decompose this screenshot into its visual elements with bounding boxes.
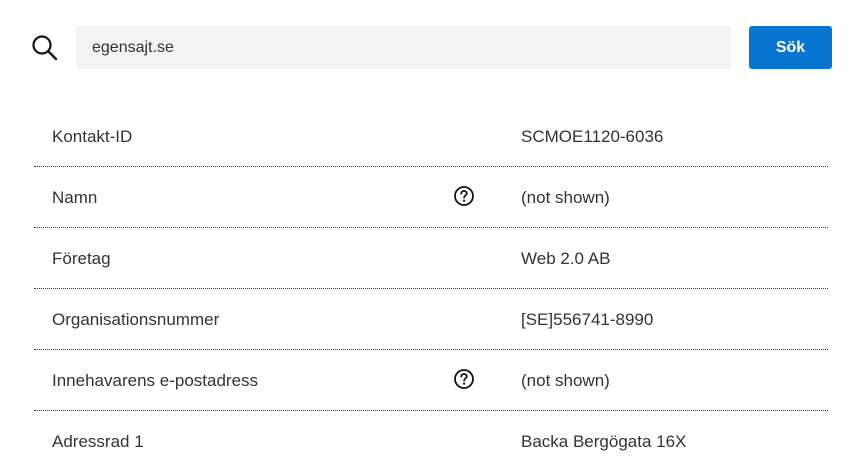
record-label: Organisationsnummer bbox=[52, 310, 220, 329]
record-label: Kontakt-ID bbox=[52, 127, 133, 146]
search-icon[interactable] bbox=[31, 34, 61, 64]
record-label: Namn bbox=[52, 188, 98, 207]
record-row-address: Adressrad 1 Backa Bergögata 16X bbox=[34, 411, 828, 472]
record-row-email: Innehavarens e-postadress (not shown) bbox=[34, 350, 828, 411]
record-value: Web 2.0 AB bbox=[521, 249, 611, 268]
search-bar: Sök bbox=[0, 0, 866, 96]
record-table: Kontakt-ID SCMOE1120-6036 Namn (not show… bbox=[34, 106, 828, 472]
record-value: [SE]556741-8990 bbox=[521, 310, 654, 329]
search-input[interactable] bbox=[76, 26, 731, 69]
record-row-company: Företag Web 2.0 AB bbox=[34, 228, 828, 289]
record-value: Backa Bergögata 16X bbox=[521, 432, 687, 451]
help-circle-icon[interactable] bbox=[453, 185, 475, 207]
record-row-org-number: Organisationsnummer [SE]556741-8990 bbox=[34, 289, 828, 350]
record-value: (not shown) bbox=[521, 371, 610, 390]
record-label: Adressrad 1 bbox=[52, 432, 144, 451]
search-button[interactable]: Sök bbox=[749, 26, 832, 69]
record-row-name: Namn (not shown) bbox=[34, 167, 828, 228]
record-value: (not shown) bbox=[521, 188, 610, 207]
help-circle-icon[interactable] bbox=[453, 368, 475, 390]
record-label: Företag bbox=[52, 249, 111, 268]
record-row-contact-id: Kontakt-ID SCMOE1120-6036 bbox=[34, 106, 828, 167]
record-value: SCMOE1120-6036 bbox=[521, 127, 664, 146]
record-label: Innehavarens e-postadress bbox=[52, 371, 259, 390]
